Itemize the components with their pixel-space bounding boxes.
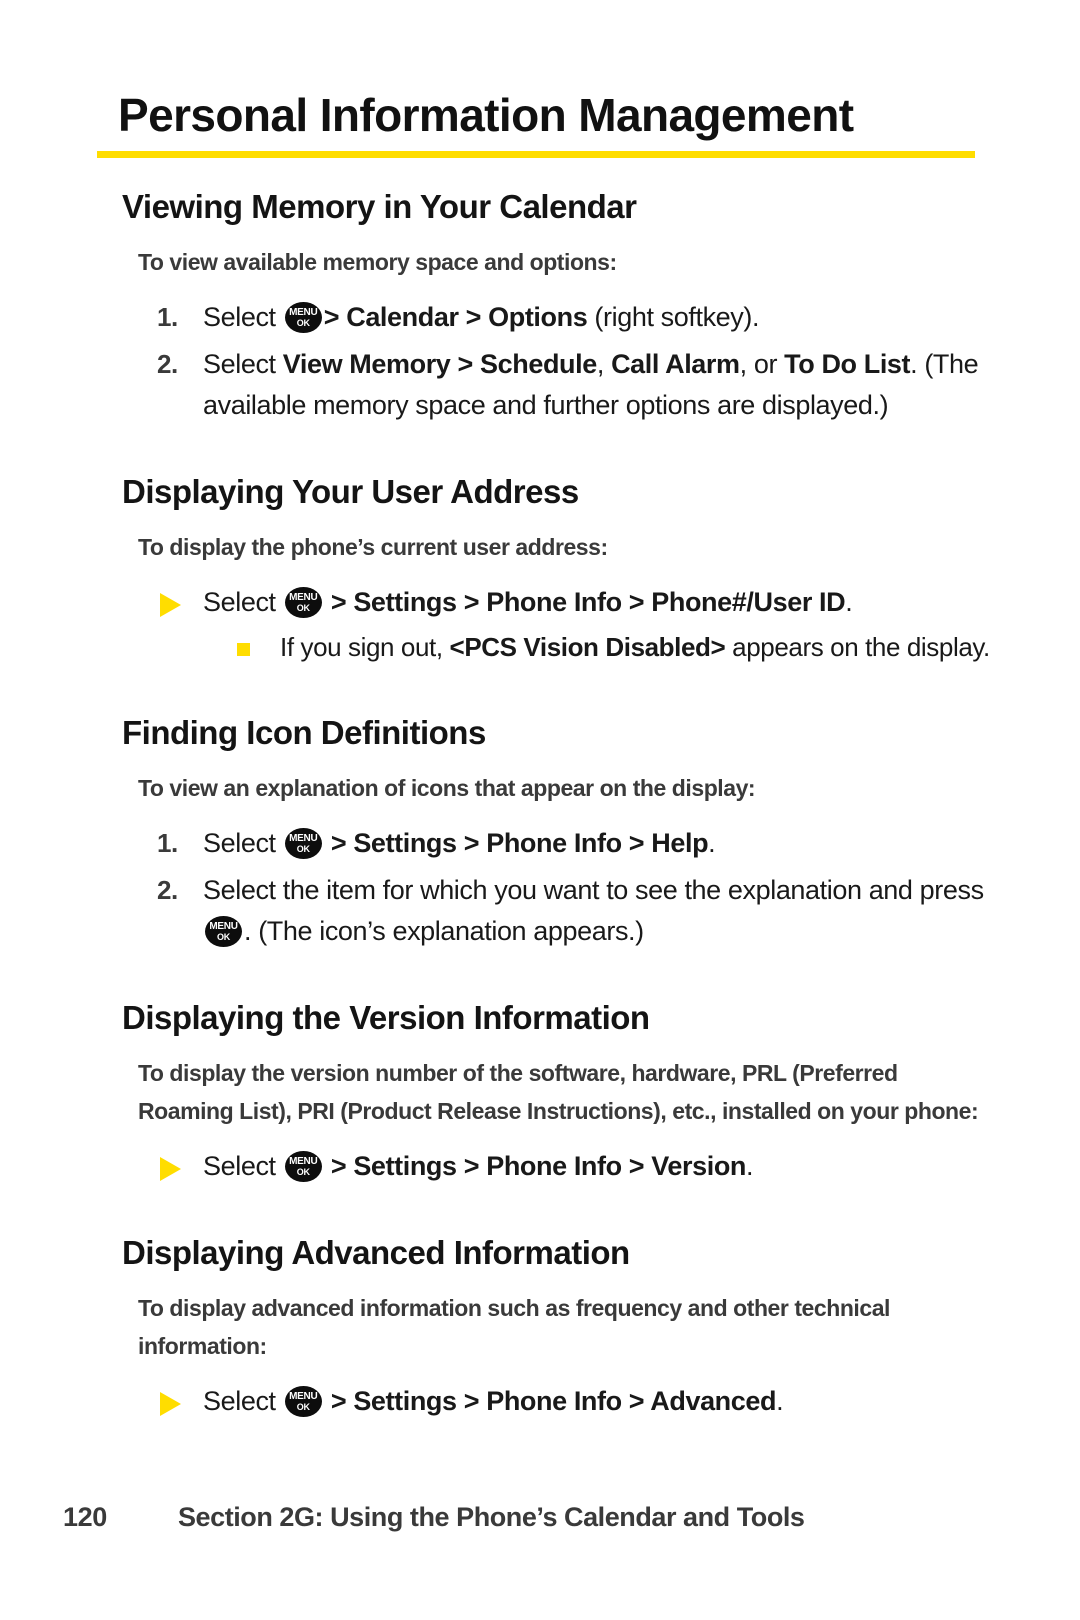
step-item: 2. Select the item for which you want to … (0, 870, 1080, 952)
sub-bullet-item: If you sign out, <PCS Vision Disabled> a… (0, 627, 1080, 667)
menu-key-label-bottom: OK (296, 1167, 310, 1177)
title-underline-rule (97, 151, 975, 158)
menu-ok-key-icon: MENU OK (284, 828, 322, 859)
step-item: 1. Select MENU OK > Calendar > Options (rig… (0, 297, 1080, 338)
menu-ok-key-icon: MENU OK (284, 302, 322, 333)
section-heading-version-information: Displaying the Version Information (122, 999, 650, 1036)
bullet-tail: . (776, 1386, 784, 1416)
triangle-bullet-icon (160, 1157, 181, 1181)
section-heading-user-address: Displaying Your User Address (122, 473, 579, 510)
step-number: 2. (157, 875, 178, 905)
section-lead-advanced-information: To display advanced information such as … (138, 1295, 890, 1359)
triangle-bullet-icon (160, 1392, 181, 1416)
triangle-bullet-icon (160, 593, 181, 617)
square-bullet-icon (237, 643, 250, 656)
bullet-text: Select (203, 587, 283, 617)
menu-key-label-bottom: OK (296, 318, 310, 328)
menu-path: > Settings > Phone Info > Phone#/User ID (330, 587, 846, 617)
menu-key-label-bottom: OK (296, 844, 310, 854)
step-tail: . (The icon’s explanation appears.) (244, 916, 644, 946)
page-content: Viewing Memory in Your Calendar To view … (0, 185, 1080, 1422)
menu-path: > Settings > Phone Info > Advanced (330, 1386, 777, 1416)
sub-bullet-emphasis: <PCS Vision Disabled> (449, 632, 726, 662)
menu-key-label-top: MENU (289, 1156, 318, 1167)
menu-key-label-bottom: OK (296, 1402, 310, 1412)
step-path: > Calendar > Options (323, 302, 588, 332)
section-heading-advanced-information: Displaying Advanced Information (122, 1234, 630, 1271)
sub-bullet-tail: appears on the display. (725, 632, 990, 662)
menu-key-label-top: MENU (289, 592, 318, 603)
bullet-text: Select (203, 1386, 283, 1416)
menu-key-label-top: MENU (289, 1391, 318, 1402)
step-number: 2. (157, 349, 178, 379)
section-lead-version-information: To display the version number of the sof… (138, 1060, 979, 1124)
step-text: Select the item for which you want to se… (203, 875, 984, 905)
menu-key-label-top: MENU (289, 833, 318, 844)
menu-key-label-bottom: OK (296, 603, 310, 613)
step-item: 2. Select View Memory > Schedule, Call Al… (0, 344, 1080, 426)
step-text: Select View Memory > Schedule, Call Alar… (203, 349, 979, 420)
section-lead-viewing-memory: To view available memory space and optio… (138, 249, 617, 275)
section-heading-icon-definitions: Finding Icon Definitions (122, 714, 486, 751)
menu-ok-key-icon: MENU OK (284, 587, 322, 618)
arrow-bullet-item: Select MENU OK > Settings > Phone Info > … (0, 1146, 1080, 1187)
menu-key-label-top: MENU (289, 307, 318, 318)
step-tail: (right softkey). (587, 302, 760, 332)
menu-ok-key-icon: MENU OK (205, 916, 242, 947)
sub-bullet-text: If you sign out, (280, 632, 450, 662)
bullet-text: Select (203, 1151, 283, 1181)
section-lead-user-address: To display the phone’s current user addr… (138, 534, 608, 560)
step-item: 1. Select MENU OK > Settings > Phone Info … (0, 823, 1080, 864)
menu-path: > Settings > Phone Info > Help (330, 828, 709, 858)
page-footer: 120 Section 2G: Using the Phone’s Calend… (0, 1502, 1080, 1542)
step-number: 1. (157, 828, 178, 858)
arrow-bullet-item: Select MENU OK > Settings > Phone Info > … (0, 1381, 1080, 1422)
bullet-tail: . (845, 587, 853, 617)
menu-ok-key-icon: MENU OK (284, 1386, 322, 1417)
bullet-tail: . (746, 1151, 754, 1181)
step-text: Select (203, 828, 283, 858)
menu-key-label-top: MENU (209, 921, 238, 932)
manual-page: Personal Information Management Viewing … (0, 0, 1080, 1620)
arrow-bullet-item: Select MENU OK > Settings > Phone Info > … (0, 582, 1080, 623)
menu-ok-key-icon: MENU OK (284, 1151, 322, 1182)
footer-section-label: Section 2G: Using the Phone’s Calendar a… (178, 1502, 805, 1532)
section-lead-icon-definitions: To view an explanation of icons that app… (138, 775, 756, 801)
menu-key-label-bottom: OK (217, 932, 230, 942)
menu-path: > Settings > Phone Info > Version (330, 1151, 747, 1181)
page-number: 120 (63, 1502, 107, 1532)
step-text: Select (203, 302, 283, 332)
step-tail: . (708, 828, 716, 858)
page-title: Personal Information Management (118, 89, 854, 141)
step-number: 1. (157, 302, 178, 332)
section-heading-viewing-memory: Viewing Memory in Your Calendar (122, 188, 637, 225)
